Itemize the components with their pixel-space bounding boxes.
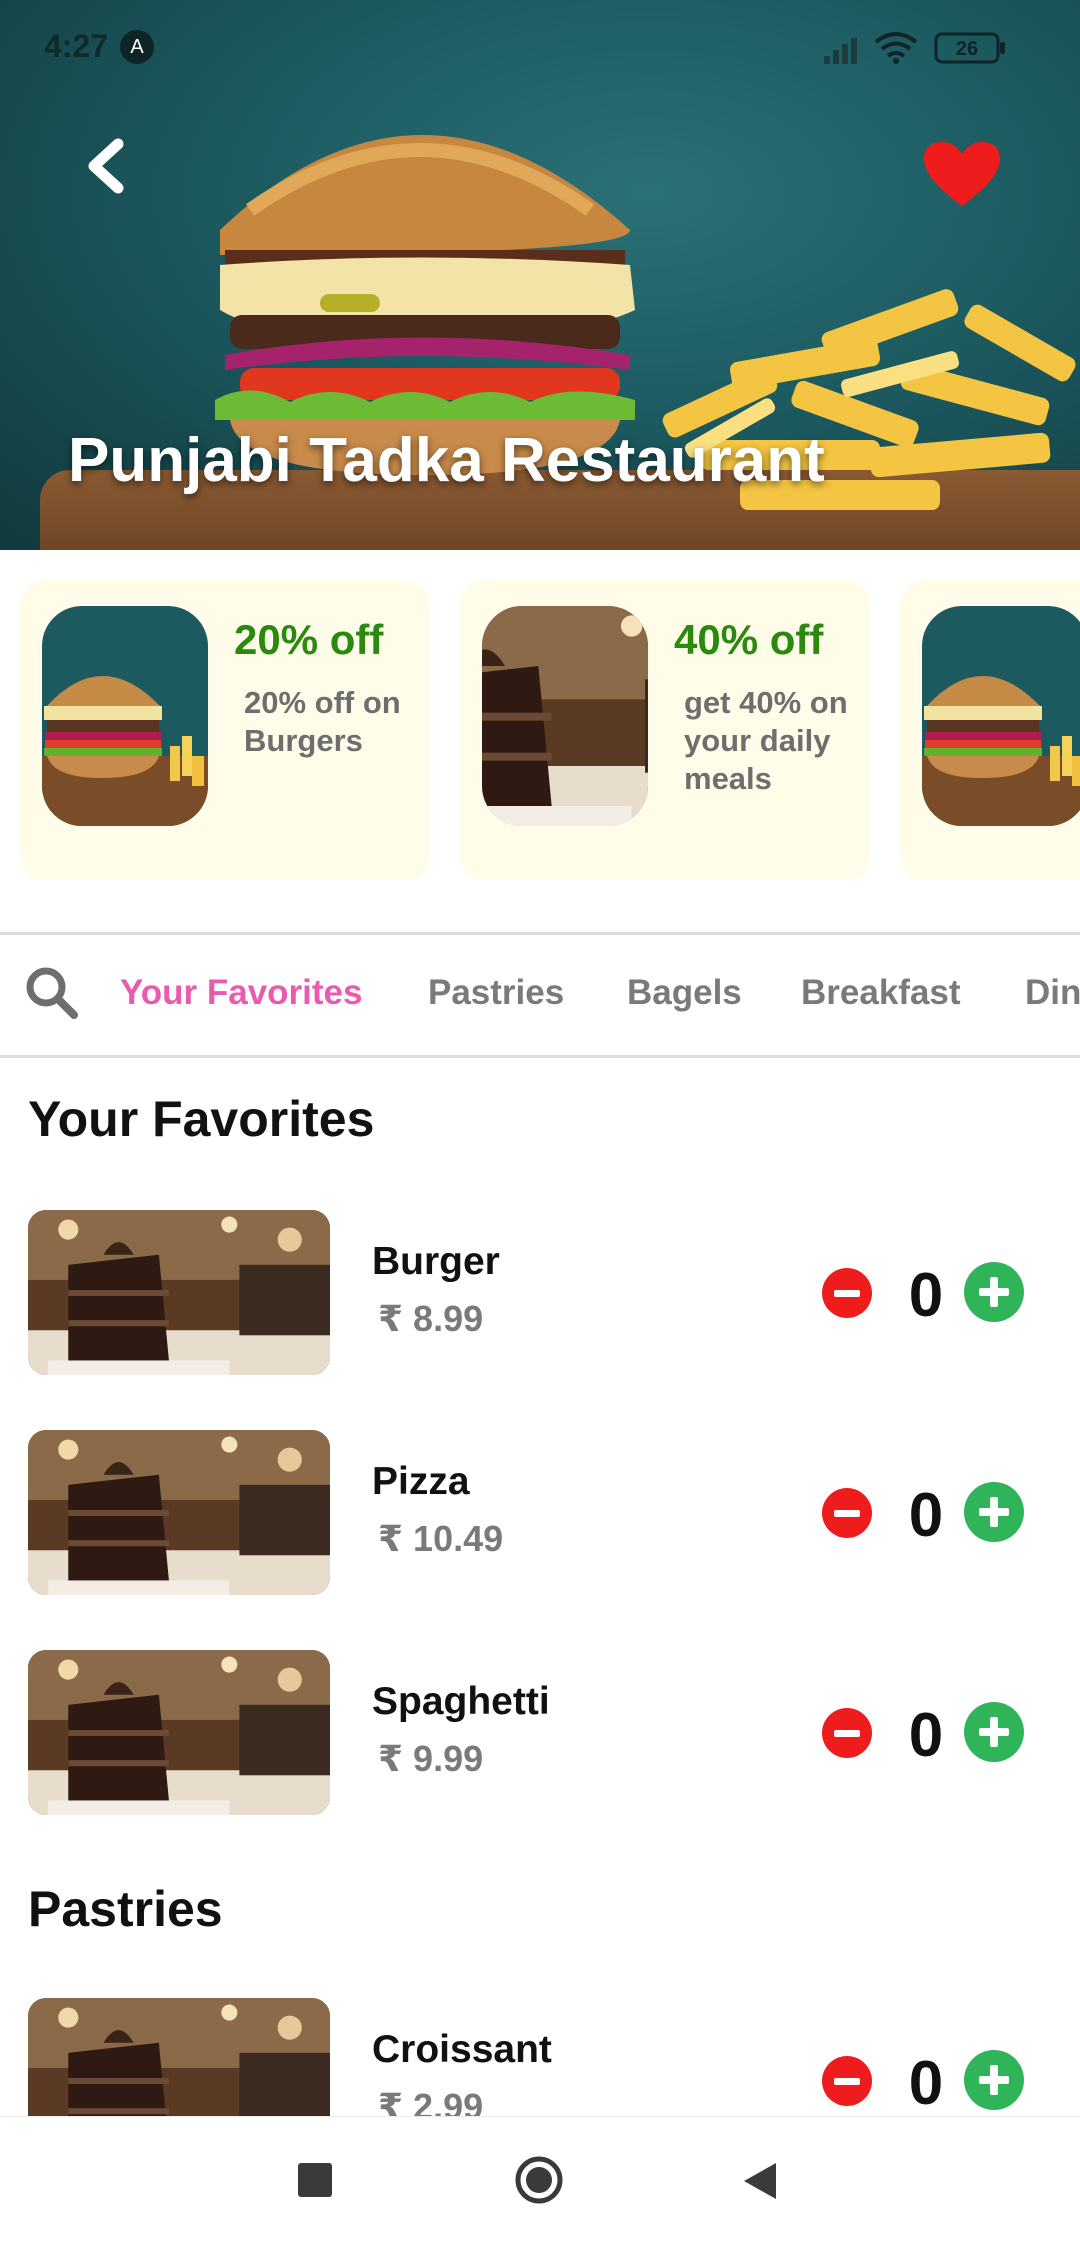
offer-card[interactable]: 20% off 20% off on Burgers [20, 580, 430, 880]
section-title: Pastries [28, 1881, 223, 1937]
favorite-button[interactable] [922, 140, 1002, 210]
item-price: ₹ 10.49 [378, 1518, 504, 1559]
quantity-value: 0 [908, 1701, 944, 1770]
item-name: Croissant [372, 2028, 552, 2071]
item-image [28, 1650, 330, 1815]
quantity-stepper: 0 [822, 1261, 1032, 1330]
chevron-left-icon [88, 138, 124, 194]
recents-button[interactable] [298, 2163, 332, 2197]
quantity-value: 0 [908, 1481, 944, 1550]
item-image [28, 1210, 330, 1375]
tab-bagels[interactable]: Bagels [627, 973, 742, 1013]
increase-button[interactable] [964, 1482, 1024, 1542]
offers-carousel[interactable]: 20% off 20% off on Burgers 40% off get 4… [0, 580, 1080, 890]
decrease-button[interactable] [822, 2056, 872, 2106]
offer-description: 20% off on Burgers [244, 685, 401, 758]
back-button[interactable] [78, 136, 138, 196]
item-name: Spaghetti [372, 1680, 550, 1723]
tab-your-favorites[interactable]: Your Favorites [120, 973, 362, 1013]
heart-icon [924, 142, 1000, 206]
offer-image [922, 606, 1080, 826]
quantity-stepper: 0 [822, 2049, 1032, 2118]
wifi-icon [874, 32, 918, 58]
item-name: Pizza [372, 1460, 470, 1503]
item-name: Burger [372, 1240, 500, 1283]
increase-button[interactable] [964, 1262, 1024, 1322]
category-tabs: Your Favorites Pastries Bagels Breakfast… [0, 932, 1080, 1058]
hero-banner: 4:27 A 26 Punjabi Tadka Restaurant [0, 0, 1080, 550]
menu-item: Spaghetti ₹ 9.99 0 [0, 1650, 1080, 1820]
increase-button[interactable] [964, 1702, 1024, 1762]
quantity-value: 0 [908, 2049, 944, 2118]
menu-item: Pizza ₹ 10.49 0 [0, 1430, 1080, 1600]
decrease-button[interactable] [822, 1708, 872, 1758]
restaurant-name: Punjabi Tadka Restaurant [68, 426, 825, 495]
offer-card[interactable]: 40% off get 40% on your daily meals [460, 580, 870, 880]
offer-title: 20% off [234, 616, 384, 663]
offer-description: get 40% on your daily meals [684, 685, 848, 796]
status-time: 4:27 [44, 28, 109, 64]
item-image [28, 1430, 330, 1595]
launcher-badge-icon: A [120, 30, 154, 64]
system-back-button[interactable] [742, 2161, 778, 2201]
increase-button[interactable] [964, 2050, 1024, 2110]
tab-dinner[interactable]: Din [1025, 973, 1080, 1013]
home-button[interactable] [514, 2155, 564, 2205]
offer-card[interactable] [900, 580, 1080, 880]
status-icons: 26 [824, 32, 1005, 64]
search-icon[interactable] [24, 965, 80, 1021]
quantity-stepper: 0 [822, 1481, 1032, 1550]
tab-pastries[interactable]: Pastries [428, 973, 564, 1013]
quantity-value: 0 [908, 1261, 944, 1330]
tab-breakfast[interactable]: Breakfast [801, 973, 961, 1013]
decrease-button[interactable] [822, 1488, 872, 1538]
menu-item: Burger ₹ 8.99 0 [0, 1210, 1080, 1380]
decrease-button[interactable] [822, 1268, 872, 1318]
offer-image [482, 606, 648, 826]
battery-level: 26 [956, 38, 978, 60]
section-title: Your Favorites [28, 1091, 375, 1147]
item-price: ₹ 9.99 [378, 1738, 484, 1779]
item-price: ₹ 8.99 [378, 1298, 484, 1339]
battery-icon: 26 [934, 32, 1005, 64]
offer-title: 40% off [674, 616, 824, 663]
system-nav-bar [0, 2116, 1080, 2247]
offer-image [42, 606, 208, 826]
signal-icon [824, 38, 857, 64]
status-bar: 4:27 A 26 [0, 0, 1080, 90]
quantity-stepper: 0 [822, 1701, 1032, 1770]
